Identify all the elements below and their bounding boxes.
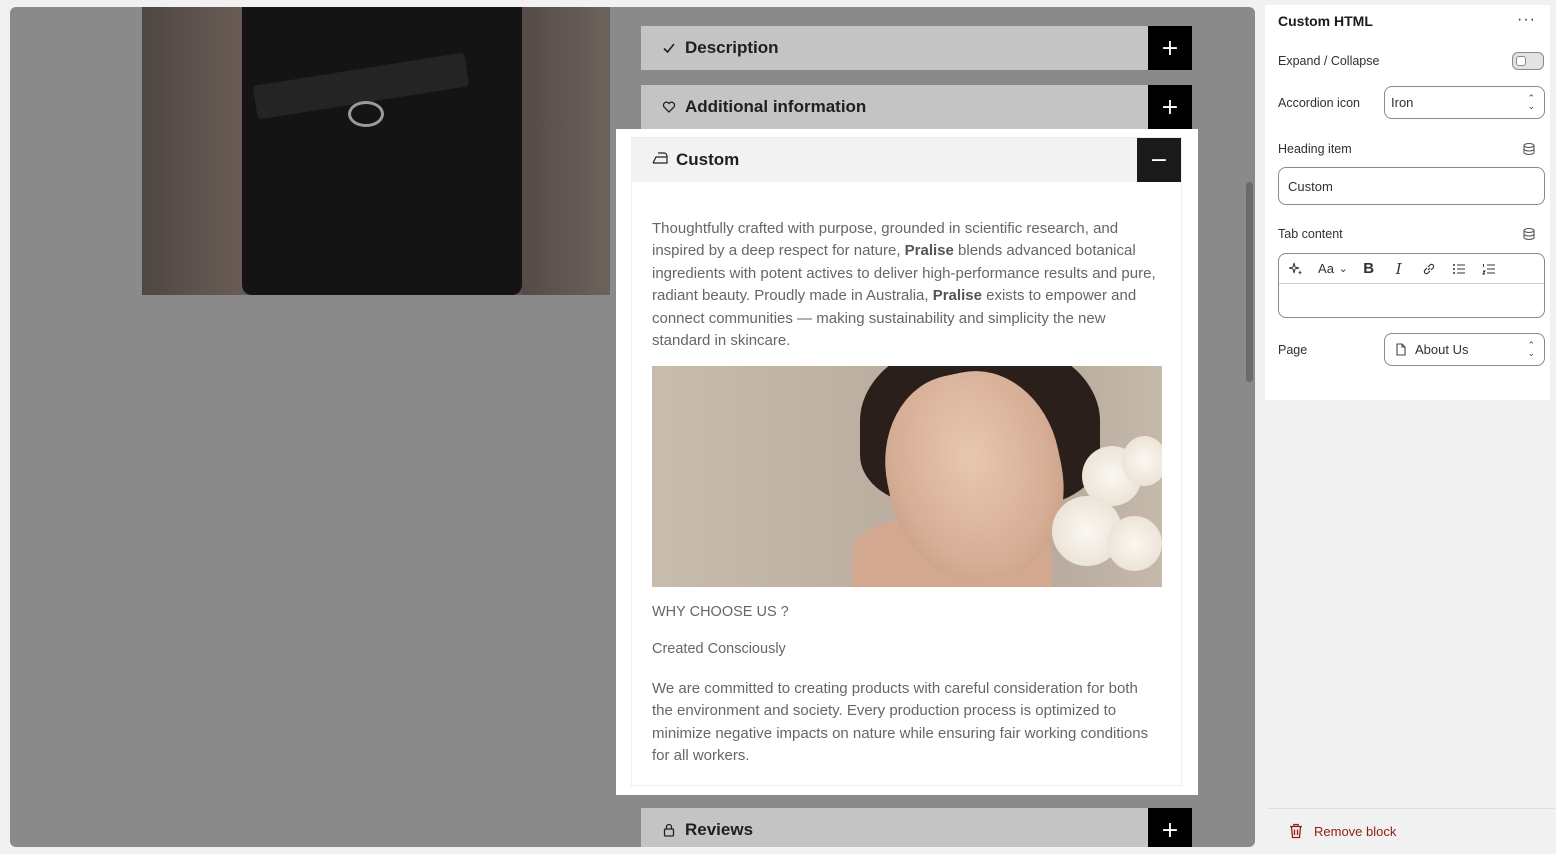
tab-content-editor[interactable]: Aa ⌄ B I <box>1278 253 1545 318</box>
italic-icon[interactable]: I <box>1390 260 1408 278</box>
trash-icon <box>1290 823 1302 839</box>
remove-block-button[interactable]: Remove block <box>1267 808 1555 854</box>
font-size-icon[interactable]: Aa ⌄ <box>1317 261 1348 276</box>
expand-collapse-toggle[interactable] <box>1512 52 1544 70</box>
expand-button[interactable]: + <box>1148 26 1192 70</box>
rte-toolbar: Aa ⌄ B I <box>1279 254 1544 284</box>
tab-content-label: Tab content <box>1278 227 1343 241</box>
page-value: About Us <box>1415 342 1469 357</box>
expand-collapse-label: Expand / Collapse <box>1278 54 1380 68</box>
more-options-icon[interactable]: ··· <box>1517 11 1536 29</box>
body-paragraph: We are committed to creating products wi… <box>652 680 1149 765</box>
brand-name: Pralise <box>904 242 954 260</box>
chevron-up-down-icon: ⌃ ⌄ <box>1527 340 1535 358</box>
bullet-list-icon[interactable] <box>1450 262 1468 276</box>
chevron-up-down-icon: ⌃ ⌄ <box>1527 93 1535 111</box>
accordion-label: Additional information <box>685 97 867 116</box>
link-icon[interactable] <box>1420 262 1438 276</box>
panel-title: Custom HTML <box>1278 13 1373 29</box>
bold-icon[interactable]: B <box>1360 260 1378 277</box>
collapse-button[interactable]: − <box>1137 138 1181 182</box>
expand-button[interactable]: + <box>1148 808 1192 847</box>
expand-button[interactable]: + <box>1148 85 1192 129</box>
numbered-list-icon[interactable] <box>1480 262 1498 276</box>
accordion-custom[interactable]: Custom − Thoughtfully crafted with purpo… <box>631 137 1182 786</box>
accordion-label: Reviews <box>685 820 754 839</box>
section-heading: WHY CHOOSE US ? <box>652 604 789 620</box>
block-settings-panel: Custom HTML ··· Expand / Collapse Accord… <box>1265 5 1550 400</box>
dynamic-source-icon[interactable] <box>1522 227 1536 241</box>
product-image <box>142 7 610 295</box>
accordion-icon-select[interactable]: Iron ⌃ ⌄ <box>1384 86 1545 119</box>
accordion-reviews[interactable]: Reviews + <box>641 808 1192 847</box>
check-icon <box>661 40 677 56</box>
accordion-additional-information[interactable]: Additional information + <box>641 85 1192 129</box>
accordion-label: Custom <box>676 150 740 169</box>
heart-icon <box>661 99 677 115</box>
accordion-icon-value: Iron <box>1391 95 1414 110</box>
heading-item-label: Heading item <box>1278 142 1352 156</box>
skincare-model-image <box>652 366 1162 587</box>
dynamic-source-icon[interactable] <box>1522 142 1536 156</box>
brand-name: Pralise <box>932 287 982 305</box>
selected-block-custom[interactable]: Custom − Thoughtfully crafted with purpo… <box>616 129 1198 795</box>
iron-icon <box>652 150 668 170</box>
remove-block-label: Remove block <box>1314 824 1397 839</box>
page-select[interactable]: About Us ⌃ ⌄ <box>1384 333 1545 366</box>
page-icon <box>1396 343 1406 356</box>
page-label: Page <box>1278 343 1308 357</box>
sparkle-icon[interactable] <box>1287 262 1305 276</box>
preview-scrollbar[interactable] <box>1246 182 1253 382</box>
accordion-icon-label: Accordion icon <box>1278 96 1360 110</box>
heading-item-input[interactable]: Custom <box>1278 167 1545 205</box>
accordion-description[interactable]: Description + <box>641 26 1192 70</box>
accordion-label: Description <box>685 38 779 57</box>
lock-icon <box>661 822 677 838</box>
intro-paragraph: Thoughtfully crafted with purpose, groun… <box>652 220 1156 350</box>
sub-heading: Created Consciously <box>652 641 786 657</box>
